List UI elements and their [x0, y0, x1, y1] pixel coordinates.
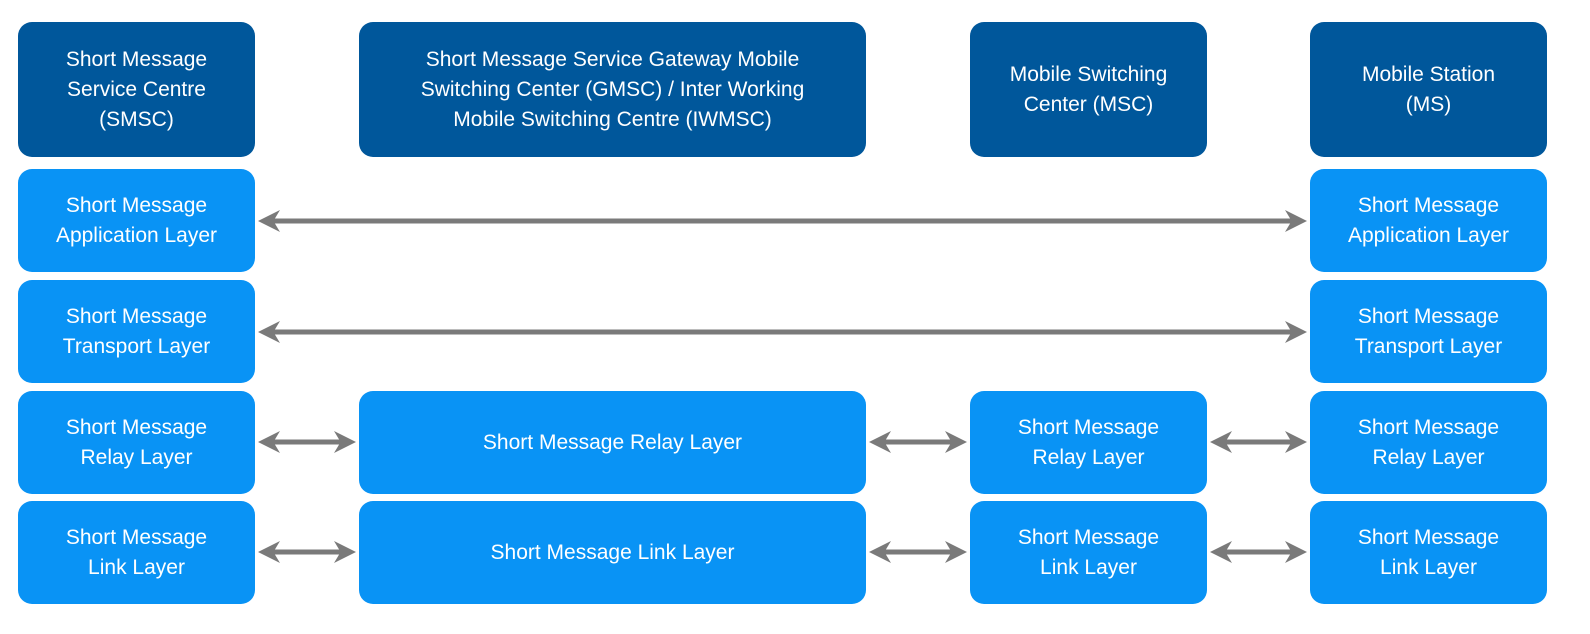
arrow-smsc-application-to-ms-application	[258, 210, 1307, 232]
arrow-smsc-transport-to-ms-transport	[258, 321, 1307, 343]
connection-arrows	[258, 210, 1307, 563]
arrow-msc-link-to-ms-link	[1210, 541, 1307, 563]
arrow-smsc-relay-to-gmsc-relay	[258, 431, 356, 453]
arrow-msc-relay-to-ms-relay	[1210, 431, 1307, 453]
arrow-gmsc-link-to-msc-link	[869, 541, 967, 563]
arrow-gmsc-relay-to-msc-relay	[869, 431, 967, 453]
arrow-smsc-link-to-gmsc-link	[258, 541, 356, 563]
